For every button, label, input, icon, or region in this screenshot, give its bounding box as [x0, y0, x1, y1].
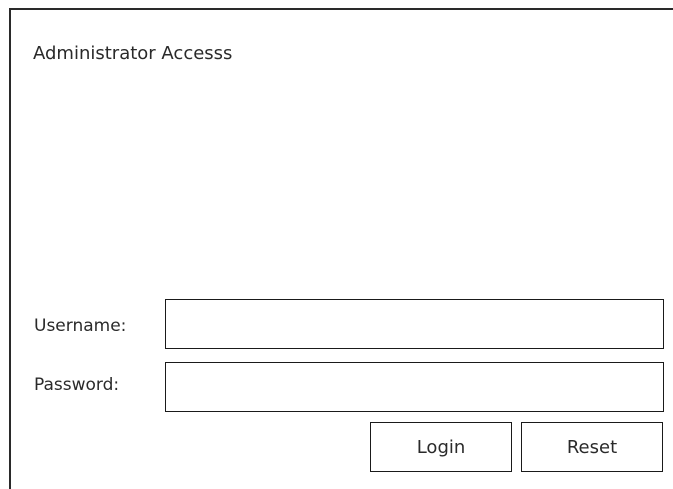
admin-access-panel [9, 8, 673, 489]
password-label: Password: [34, 375, 120, 395]
username-input[interactable] [165, 299, 664, 349]
dialog-title: Administrator Accesss [33, 43, 233, 64]
login-button[interactable]: Login [370, 422, 512, 472]
reset-button[interactable]: Reset [521, 422, 663, 472]
password-input[interactable] [165, 362, 664, 412]
username-label: Username: [34, 316, 127, 336]
